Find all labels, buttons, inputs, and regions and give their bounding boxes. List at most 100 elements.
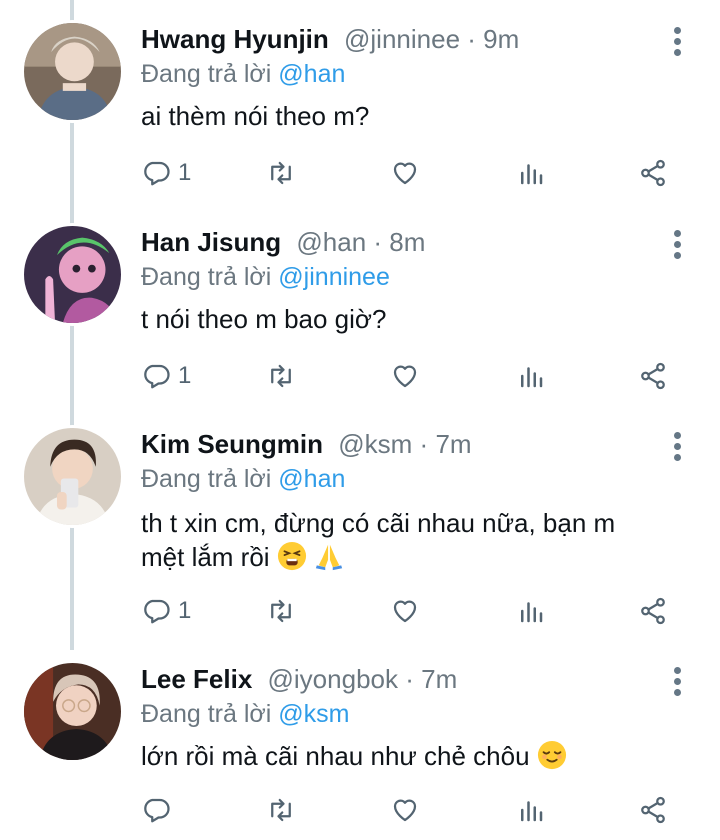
tweet-text-line: lớn rồi mà cãi nhau như chẻ chôu <box>141 741 530 771</box>
user-handle[interactable]: @han <box>296 227 366 257</box>
avatar[interactable] <box>21 425 124 528</box>
reply-mention[interactable]: @han <box>278 465 345 493</box>
display-name[interactable]: Lee Felix <box>141 664 252 694</box>
share-button[interactable] <box>638 591 668 631</box>
retweet-icon <box>271 599 291 623</box>
share-icon <box>641 796 665 824</box>
tired-face-emoji-icon <box>277 541 306 571</box>
timestamp[interactable]: 9m <box>483 24 519 54</box>
reply-button[interactable]: 1 <box>141 591 191 631</box>
tweet-header: Kim Seungmin @ksm · 7m <box>141 427 472 461</box>
avatar-photo-icon <box>24 663 121 760</box>
analytics-icon <box>521 602 543 623</box>
reply-icon <box>144 161 170 186</box>
tweet-text-line-2: mệt lắm rồi <box>141 540 681 574</box>
tweet-text-line: mệt lắm rồi <box>141 542 270 572</box>
display-name[interactable]: Han Jisung <box>141 227 281 257</box>
tweet-text: ai thèm nói theo m? <box>141 99 681 133</box>
user-handle[interactable]: @jinninee <box>344 24 460 54</box>
separator-dot: · <box>405 664 422 694</box>
timestamp[interactable]: 7m <box>435 429 471 459</box>
tweet-text: t nói theo m bao giờ? <box>141 302 681 336</box>
reply-count: 1 <box>178 159 192 186</box>
more-icon[interactable] <box>666 662 690 702</box>
share-icon <box>641 159 665 187</box>
user-handle[interactable]: @iyongbok <box>268 664 398 694</box>
analytics-icon <box>521 801 543 822</box>
analytics-button[interactable] <box>516 153 546 193</box>
tweet-header: Lee Felix @iyongbok · 7m <box>141 662 457 696</box>
action-bar: 1 <box>141 591 681 631</box>
timestamp[interactable]: 7m <box>421 664 457 694</box>
share-button[interactable] <box>638 153 668 193</box>
analytics-button[interactable] <box>516 356 546 396</box>
retweet-icon <box>271 364 291 388</box>
share-icon <box>641 362 665 390</box>
tweet-header: Hwang Hyunjin @jinninee · 9m <box>141 22 519 56</box>
reply-icon <box>144 599 170 624</box>
avatar[interactable] <box>21 660 124 763</box>
user-handle[interactable]: @ksm <box>338 429 412 459</box>
share-icon <box>641 597 665 625</box>
avatar[interactable] <box>21 20 124 123</box>
action-bar <box>141 790 681 830</box>
avatar-photo-icon <box>24 23 121 120</box>
retweet-button[interactable] <box>266 790 296 830</box>
reply-prefix: Đang trả lời <box>141 263 272 291</box>
tweet-1[interactable]: Hwang Hyunjin @jinninee · 9m Đang trả lờ… <box>0 0 720 203</box>
reply-mention[interactable]: @jinninee <box>278 263 390 291</box>
more-icon[interactable] <box>666 225 690 265</box>
like-icon <box>393 799 417 822</box>
like-icon <box>393 162 417 185</box>
analytics-icon <box>521 164 543 185</box>
reply-context: Đang trả lời @han <box>141 57 345 91</box>
separator-dot: · <box>373 227 390 257</box>
analytics-button[interactable] <box>516 591 546 631</box>
reply-context: Đang trả lời @han <box>141 462 345 496</box>
reply-icon <box>144 364 170 389</box>
avatar[interactable] <box>21 223 124 326</box>
reply-context: Đang trả lời @jinninee <box>141 260 390 294</box>
analytics-icon <box>521 367 543 388</box>
display-name[interactable]: Kim Seungmin <box>141 429 323 459</box>
tweet-header: Han Jisung @han · 8m <box>141 225 425 259</box>
tweet-text: th t xin cm, đừng có cãi nhau nữa, bạn m… <box>141 506 681 574</box>
like-button[interactable] <box>390 356 420 396</box>
tweet-text-line: th t xin cm, đừng có cãi nhau nữa, bạn m <box>141 508 616 538</box>
tweet-3[interactable]: Kim Seungmin @ksm · 7m Đang trả lời @han… <box>0 405 720 641</box>
timestamp[interactable]: 8m <box>389 227 425 257</box>
retweet-icon <box>271 798 291 822</box>
like-button[interactable] <box>390 153 420 193</box>
reply-prefix: Đang trả lời <box>141 60 272 88</box>
retweet-button[interactable] <box>266 153 296 193</box>
reply-button[interactable] <box>141 790 171 830</box>
more-icon[interactable] <box>666 427 690 467</box>
retweet-icon <box>271 161 291 185</box>
reply-button[interactable]: 1 <box>141 153 191 193</box>
reply-mention[interactable]: @han <box>278 60 345 88</box>
more-icon[interactable] <box>666 22 690 62</box>
reply-button[interactable]: 1 <box>141 356 191 396</box>
tweet-4[interactable]: Lee Felix @iyongbok · 7m Đang trả lời @k… <box>0 640 720 840</box>
action-bar: 1 <box>141 153 681 193</box>
like-icon <box>393 365 417 388</box>
reply-count: 1 <box>178 597 192 624</box>
display-name[interactable]: Hwang Hyunjin <box>141 24 329 54</box>
analytics-button[interactable] <box>516 790 546 830</box>
reply-prefix: Đang trả lời <box>141 700 272 728</box>
share-button[interactable] <box>638 790 668 830</box>
reply-icon <box>144 798 170 823</box>
like-icon <box>393 600 417 623</box>
reply-prefix: Đang trả lời <box>141 465 272 493</box>
retweet-button[interactable] <box>266 356 296 396</box>
reply-mention[interactable]: @ksm <box>278 700 349 728</box>
like-button[interactable] <box>390 591 420 631</box>
separator-dot: · <box>419 429 436 459</box>
separator-dot: · <box>467 24 484 54</box>
like-button[interactable] <box>390 790 420 830</box>
tweet-2[interactable]: Han Jisung @han · 8m Đang trả lời @jinni… <box>0 203 720 406</box>
tweet-text-line: ai thèm nói theo m? <box>141 101 370 131</box>
share-button[interactable] <box>638 356 668 396</box>
reply-context: Đang trả lời @ksm <box>141 697 350 731</box>
retweet-button[interactable] <box>266 591 296 631</box>
